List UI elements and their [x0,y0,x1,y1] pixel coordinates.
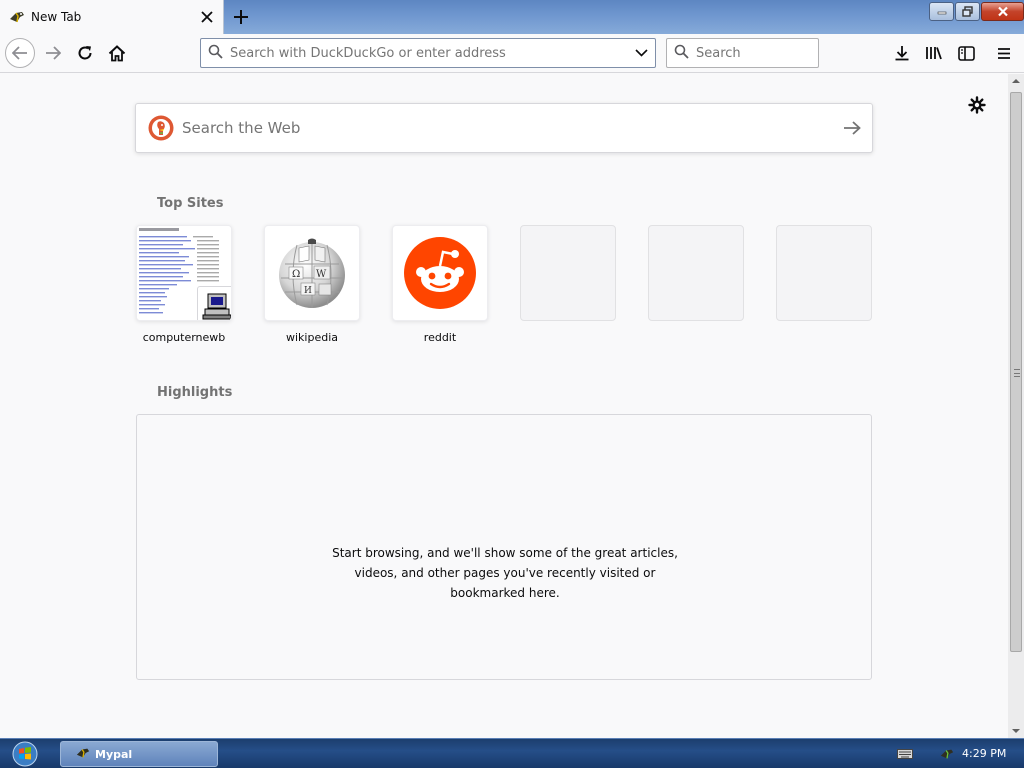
scrollbar-grip [1014,369,1020,377]
start-button[interactable] [8,741,42,767]
reload-button[interactable] [70,38,100,68]
svg-text:Ω: Ω [292,269,300,280]
search-bar[interactable] [666,38,819,68]
downloads-icon[interactable] [888,39,916,67]
home-button[interactable] [102,38,132,68]
top-site-label: reddit [423,331,457,344]
forward-button[interactable] [38,38,68,68]
taskbar: Mypal 4:29 PM [0,738,1024,768]
new-tab-page: Top Sites [0,74,1008,738]
back-button[interactable] [5,38,35,68]
taskbar-app-label: Mypal [95,747,133,761]
address-bar[interactable] [200,38,656,68]
mypal-icon [75,746,91,763]
web-search-box[interactable] [135,103,873,153]
tab-title: New Tab [31,10,82,24]
reddit-icon [404,237,476,309]
highlights-empty-state: Start browsing, and we'll show some of t… [136,414,872,680]
top-site-placeholder [776,225,872,321]
tab-new-tab[interactable]: New Tab [0,0,224,34]
computer-icon [197,286,231,320]
svg-text:И: И [304,286,312,296]
top-site-tile-reddit[interactable] [392,225,488,321]
search-icon [667,44,691,62]
highlights-message: Start browsing, and we'll show some of t… [137,543,873,603]
top-site-label: computernewb [142,331,226,344]
highlights-message-line: videos, and other pages you've recently … [354,566,656,580]
top-site-placeholder [648,225,744,321]
chevron-down-icon[interactable] [627,49,655,57]
mypal-icon [8,9,26,25]
web-search-input[interactable] [182,119,832,137]
wikipedia-globe-icon: Ω W И [279,238,345,308]
highlights-message-line: Start browsing, and we'll show some of t… [332,546,678,560]
vertical-scrollbar[interactable] [1008,74,1024,738]
search-input[interactable] [691,45,818,61]
library-icon[interactable] [920,39,948,67]
top-site-placeholder [520,225,616,321]
gear-icon[interactable] [966,94,988,116]
new-tab-button[interactable] [228,4,254,30]
highlights-heading: Highlights [157,385,233,400]
search-icon [201,44,225,62]
keyboard-icon[interactable] [896,746,914,762]
highlights-message-line: bookmarked here. [450,586,560,600]
top-site-label: wikipedia [285,331,338,344]
mypal-tray-icon[interactable] [938,746,956,762]
system-clock[interactable]: 4:29 PM [962,747,1006,760]
scrollbar-thumb[interactable] [1010,92,1022,652]
menu-icon[interactable] [990,39,1018,67]
svg-text:W: W [316,269,327,280]
close-tab-icon[interactable] [195,5,219,29]
arrow-right-icon[interactable] [832,121,872,135]
top-sites-heading: Top Sites [157,196,224,211]
sidebar-icon[interactable] [952,39,980,67]
close-window-button[interactable] [981,2,1024,21]
top-site-tile-computernewb[interactable] [136,225,232,321]
scroll-up-arrow-icon[interactable] [1011,76,1021,86]
taskbar-app-mypal[interactable]: Mypal [60,741,218,767]
navigation-toolbar [0,34,1024,73]
title-bar: New Tab [0,0,1024,34]
minimize-button[interactable] [929,2,954,21]
duckduckgo-logo-icon [148,115,174,141]
restore-button[interactable] [955,2,980,21]
scroll-down-arrow-icon[interactable] [1011,726,1021,736]
address-input[interactable] [225,45,627,61]
top-site-tile-wikipedia[interactable]: Ω W И [264,225,360,321]
